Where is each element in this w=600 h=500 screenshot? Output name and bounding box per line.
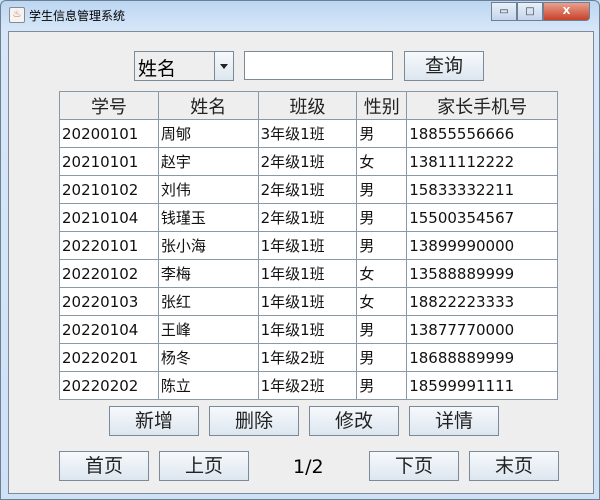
table-row[interactable]: 20210104 钱瑾玉 2年级1班男 15500354567 — [59, 203, 558, 232]
table-row[interactable]: 20220101 张小海 1年级1班男 13899990000 — [59, 231, 558, 260]
column-header[interactable]: 家长手机号 — [406, 91, 558, 120]
minimize-icon: ▭ — [499, 6, 509, 17]
table-cell[interactable]: 赵宇 — [157, 147, 259, 176]
table-cell[interactable]: 20220201 — [59, 343, 159, 372]
table-cell[interactable]: 钱瑾玉 — [157, 203, 259, 232]
table-cell[interactable]: 2年级1班 — [257, 203, 358, 232]
table-cell[interactable]: 陈立 — [157, 371, 259, 400]
table-cell[interactable]: 20220103 — [59, 287, 159, 316]
add-button[interactable]: 新增 — [109, 406, 199, 436]
table-row[interactable]: 20220102 李梅 1年级1班女 13588889999 — [59, 259, 558, 288]
table-cell[interactable]: 1年级2班 — [257, 343, 358, 372]
close-icon: X — [562, 6, 571, 17]
table-cell[interactable]: 13588889999 — [406, 259, 558, 288]
last-page-button[interactable]: 末页 — [469, 451, 559, 481]
table-cell[interactable]: 男 — [356, 371, 408, 400]
table-cell[interactable]: 20220202 — [59, 371, 159, 400]
table-row[interactable]: 20220104 王峰 1年级1班男 13877770000 — [59, 315, 558, 344]
next-page-button[interactable]: 下页 — [369, 451, 459, 481]
table-cell[interactable]: 1年级1班 — [257, 231, 358, 260]
table-cell[interactable]: 20200101 — [59, 119, 159, 148]
search-input[interactable] — [244, 51, 393, 80]
table-row[interactable]: 20220201 杨冬 1年级2班男 18688889999 — [59, 343, 558, 372]
table-cell[interactable]: 1年级1班 — [257, 287, 358, 316]
delete-button[interactable]: 删除 — [209, 406, 299, 436]
table-row[interactable]: 20210102 刘伟 2年级1班男 15833332211 — [59, 175, 558, 204]
table-cell[interactable]: 杨冬 — [157, 343, 259, 372]
table-cell[interactable]: 1年级1班 — [257, 259, 358, 288]
table-cell[interactable]: 15833332211 — [406, 175, 558, 204]
table-cell[interactable]: 王峰 — [157, 315, 259, 344]
table-cell[interactable]: 周郇 — [157, 119, 259, 148]
table-cell[interactable]: 20220101 — [59, 231, 159, 260]
table-cell[interactable]: 2年级1班 — [257, 175, 358, 204]
table-cell[interactable]: 20220104 — [59, 315, 159, 344]
table-cell[interactable]: 20210101 — [59, 147, 159, 176]
table-cell[interactable]: 女 — [356, 259, 408, 288]
table-cell[interactable]: 男 — [356, 175, 408, 204]
chevron-down-icon[interactable] — [214, 52, 233, 80]
table-cell[interactable]: 张红 — [157, 287, 259, 316]
table-cell[interactable]: 20210104 — [59, 203, 159, 232]
detail-button[interactable]: 详情 — [409, 406, 499, 436]
table-cell[interactable]: 1年级1班 — [257, 315, 358, 344]
close-button[interactable]: X — [543, 2, 590, 21]
java-app-icon: ♨ — [9, 7, 25, 23]
table-cell[interactable]: 男 — [356, 343, 408, 372]
table-cell[interactable]: 男 — [356, 315, 408, 344]
search-field-select[interactable]: 姓名 — [134, 51, 234, 81]
table-row[interactable]: 20210101 赵宇 2年级1班女 13811112222 — [59, 147, 558, 176]
table-cell[interactable]: 李梅 — [157, 259, 259, 288]
column-header[interactable]: 性别 — [356, 91, 408, 120]
table-cell[interactable]: 2年级1班 — [257, 147, 358, 176]
window-title: 学生信息管理系统 — [29, 9, 126, 23]
maximize-icon: □ — [525, 6, 535, 17]
student-table: 学号 姓名 班级 性别 家长手机号 20200101 周郇 3年级1班男 1885555666… — [59, 91, 558, 400]
table-row[interactable]: 20200101 周郇 3年级1班男 18855556666 — [59, 119, 558, 148]
table-cell[interactable]: 男 — [356, 231, 408, 260]
table-cell[interactable]: 15500354567 — [406, 203, 558, 232]
table-row[interactable]: 20220202 陈立 1年级2班男 18599991111 — [59, 371, 558, 400]
table-cell[interactable]: 13811112222 — [406, 147, 558, 176]
table-cell[interactable]: 1年级2班 — [257, 371, 358, 400]
table-cell[interactable]: 13877770000 — [406, 315, 558, 344]
column-header[interactable]: 班级 — [257, 91, 358, 120]
table-cell[interactable]: 18822223333 — [406, 287, 558, 316]
table-cell[interactable]: 20220102 — [59, 259, 159, 288]
table-cell[interactable]: 刘伟 — [157, 175, 259, 204]
table-cell[interactable]: 18688889999 — [406, 343, 558, 372]
table-cell[interactable]: 男 — [356, 119, 408, 148]
table-cell[interactable]: 20210102 — [59, 175, 159, 204]
column-header[interactable]: 姓名 — [157, 91, 259, 120]
table-cell[interactable]: 18855556666 — [406, 119, 558, 148]
minimize-button[interactable]: ▭ — [491, 2, 517, 21]
page-indicator: 1/2 — [293, 456, 324, 478]
app-window: ♨ 学生信息管理系统 ▭ □ X 姓名 查询 学号 姓名 班级 性别 家长手机号 202… — [0, 0, 600, 500]
column-header[interactable]: 学号 — [59, 91, 159, 120]
first-page-button[interactable]: 首页 — [59, 451, 149, 481]
table-row[interactable]: 20220103 张红 1年级1班女 18822223333 — [59, 287, 558, 316]
edit-button[interactable]: 修改 — [309, 406, 399, 436]
search-field-value: 姓名 — [138, 58, 177, 80]
table-cell[interactable]: 男 — [356, 203, 408, 232]
table-cell[interactable]: 女 — [356, 287, 408, 316]
table-cell[interactable]: 13899990000 — [406, 231, 558, 260]
table-cell[interactable]: 女 — [356, 147, 408, 176]
maximize-button[interactable]: □ — [517, 2, 543, 21]
table-cell[interactable]: 3年级1班 — [257, 119, 358, 148]
table-cell[interactable]: 18599991111 — [406, 371, 558, 400]
query-button[interactable]: 查询 — [404, 51, 484, 81]
table-cell[interactable]: 张小海 — [157, 231, 259, 260]
prev-page-button[interactable]: 上页 — [159, 451, 249, 481]
